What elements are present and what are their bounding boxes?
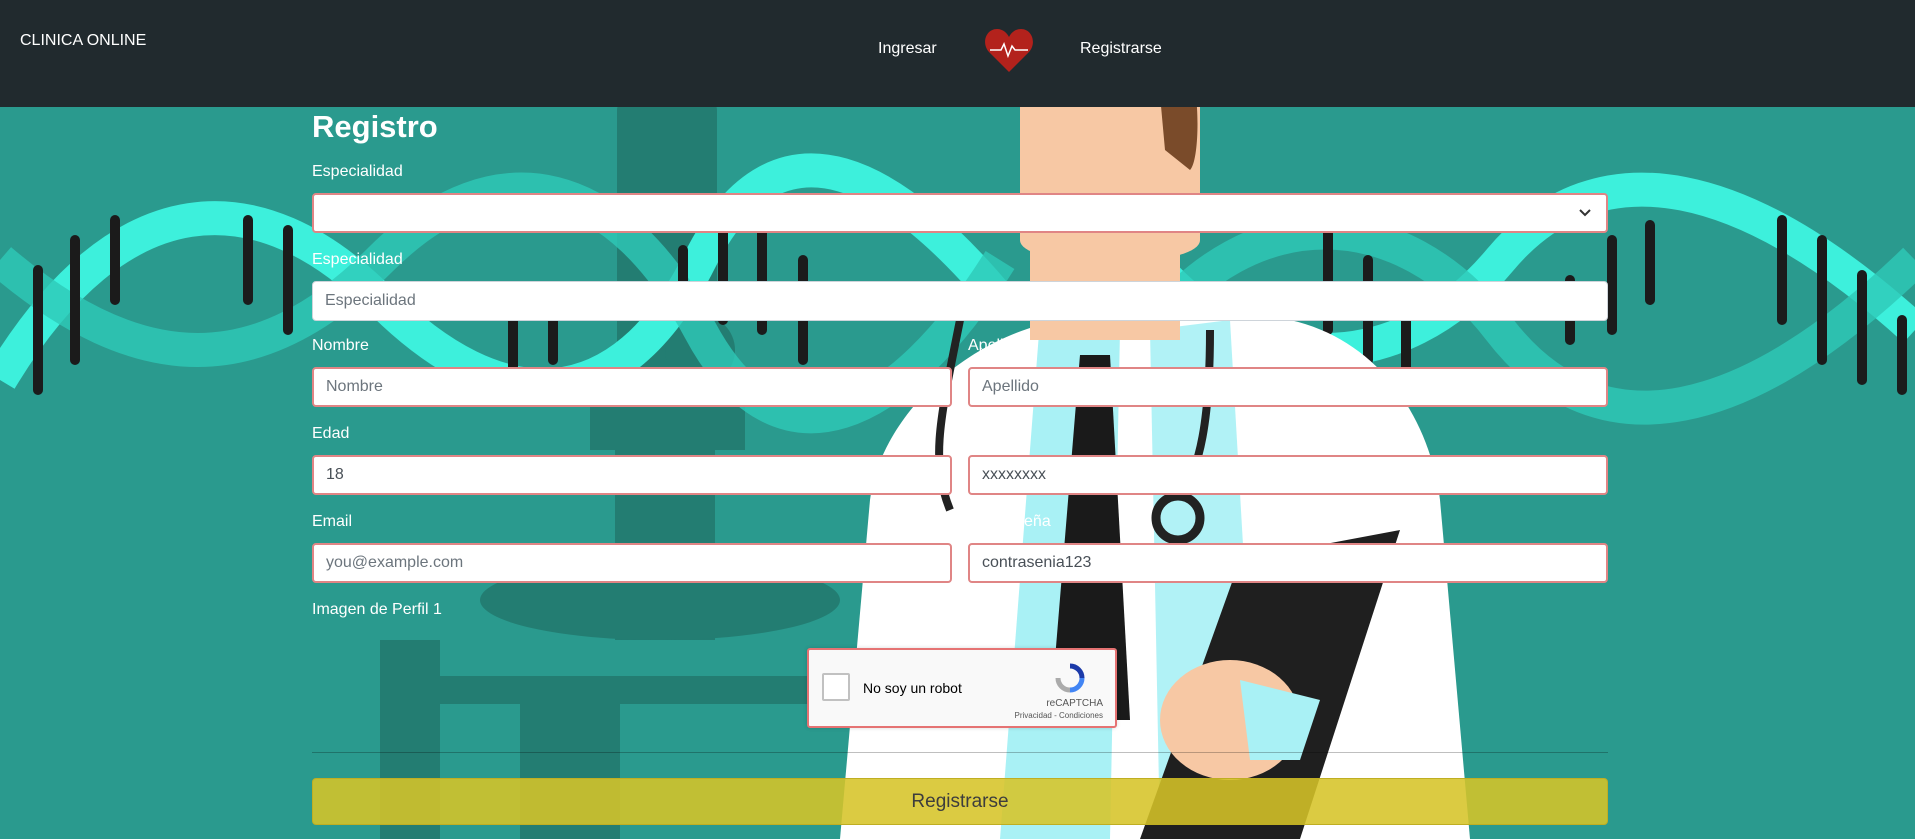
- edad-input[interactable]: [312, 455, 952, 495]
- brand-link[interactable]: CLINICA ONLINE: [20, 32, 146, 50]
- divider: [312, 752, 1608, 753]
- especialidad-label: Especialidad: [312, 251, 403, 268]
- recaptcha-logo-icon: [1055, 663, 1085, 693]
- email-label: Email: [312, 513, 353, 530]
- password-label: Contraseña: [968, 513, 1051, 530]
- email-input[interactable]: [312, 543, 952, 583]
- recaptcha-brand: reCAPTCHA: [1046, 698, 1103, 709]
- recaptcha-widget: No soy un robot reCAPTCHA Privacidad - C…: [807, 648, 1117, 728]
- dni-input[interactable]: [968, 455, 1608, 495]
- apellido-input[interactable]: [968, 367, 1608, 407]
- especialidad-select-label: Especialidad: [312, 163, 403, 180]
- navbar: CLINICA ONLINE Ingresar Registrarse: [0, 0, 1915, 107]
- recaptcha-label: No soy un robot: [863, 680, 962, 696]
- especialidad-input[interactable]: [312, 281, 1608, 321]
- especialidad-select[interactable]: [312, 193, 1608, 233]
- nombre-input[interactable]: [312, 367, 952, 407]
- password-input[interactable]: [968, 543, 1608, 583]
- chevron-down-icon: [1579, 209, 1591, 217]
- page-title: Registro: [312, 109, 438, 144]
- nombre-label: Nombre: [312, 337, 369, 354]
- recaptcha-checkbox[interactable]: [822, 673, 850, 701]
- nav-link-ingresar[interactable]: Ingresar: [878, 40, 937, 58]
- heart-pulse-icon: [985, 29, 1033, 72]
- profile-image-label: Imagen de Perfil 1: [312, 601, 442, 618]
- register-submit-button[interactable]: Registrarse: [312, 778, 1608, 825]
- nav-link-registrarse[interactable]: Registrarse: [1080, 40, 1162, 58]
- apellido-label: Apellido: [968, 337, 1025, 354]
- edad-label: Edad: [312, 425, 350, 442]
- recaptcha-links[interactable]: Privacidad - Condiciones: [1015, 711, 1104, 720]
